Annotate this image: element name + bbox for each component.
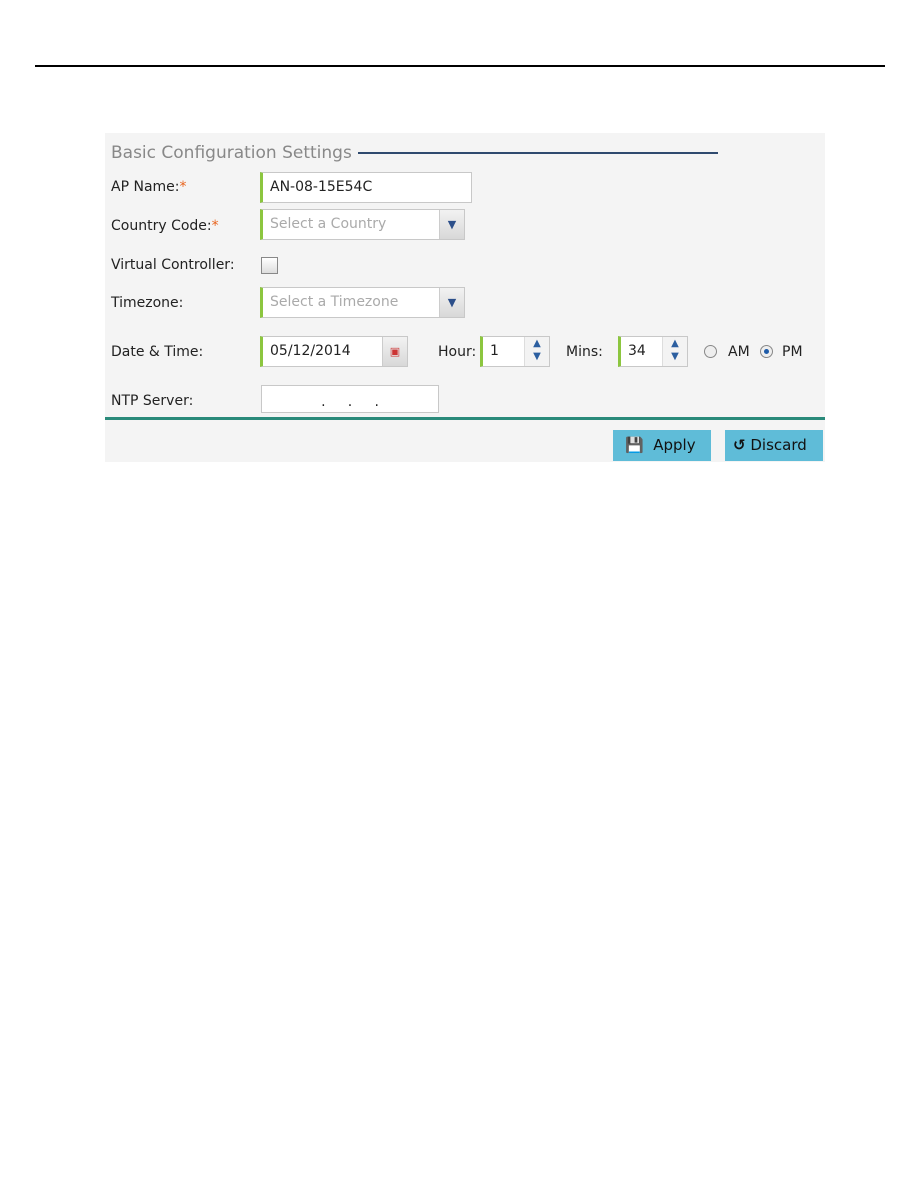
am-radio[interactable]: [704, 345, 717, 358]
apply-button[interactable]: 💾 Apply: [613, 430, 711, 461]
undo-icon: ↺: [733, 436, 746, 454]
virtual-controller-checkbox[interactable]: [261, 257, 278, 274]
section-title: Basic Configuration Settings: [111, 143, 352, 163]
ap-name-input[interactable]: AN-08-15E54C: [260, 172, 472, 203]
ntp-server-ip-input[interactable]: . . .: [261, 385, 439, 413]
pm-radio[interactable]: [760, 345, 773, 358]
chevron-down-icon[interactable]: ▼: [439, 210, 464, 239]
virtual-controller-label: Virtual Controller:: [111, 257, 235, 273]
country-select[interactable]: Select a Country ▼: [260, 209, 465, 240]
discard-button[interactable]: ↺ Discard: [725, 430, 823, 461]
timezone-select[interactable]: Select a Timezone ▼: [260, 287, 465, 318]
calendar-icon[interactable]: ▣: [382, 337, 407, 366]
mins-label: Mins:: [566, 344, 603, 360]
am-label: AM: [728, 344, 750, 360]
ap-name-label: AP Name:*: [111, 179, 187, 195]
title-divider: [358, 152, 718, 154]
date-time-label: Date & Time:: [111, 344, 204, 360]
mins-stepper[interactable]: 34 ▲ ▼: [618, 336, 688, 367]
hour-stepper[interactable]: 1 ▲ ▼: [480, 336, 550, 367]
chevron-down-icon[interactable]: ▼: [439, 288, 464, 317]
timezone-label: Timezone:: [111, 295, 184, 311]
country-code-label: Country Code:*: [111, 218, 219, 234]
spinner-arrows-icon[interactable]: ▲ ▼: [524, 337, 549, 366]
spinner-arrows-icon[interactable]: ▲ ▼: [662, 337, 687, 366]
ntp-server-label: NTP Server:: [111, 393, 194, 409]
save-icon: 💾: [625, 436, 644, 454]
hour-label: Hour:: [438, 344, 477, 360]
pm-label: PM: [782, 344, 803, 360]
page-top-rule: [35, 65, 885, 67]
date-input[interactable]: 05/12/2014 ▣: [260, 336, 408, 367]
footer-divider: [105, 417, 825, 420]
required-icon: *: [211, 218, 219, 234]
required-icon: *: [179, 179, 187, 195]
